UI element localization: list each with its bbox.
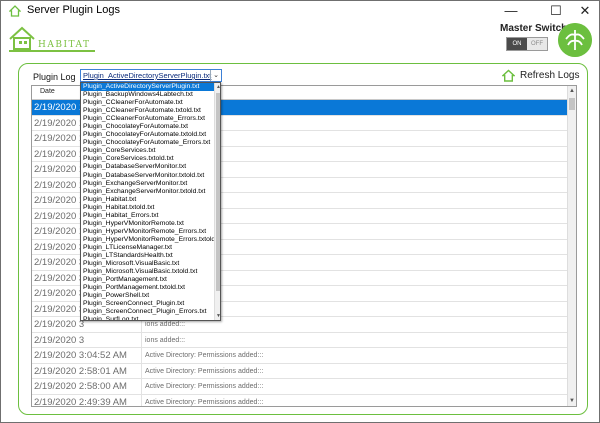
dropdown-option[interactable]: Plugin_ExchangeServerMonitor.txt <box>81 180 214 188</box>
refresh-logs-label: Refresh Logs <box>520 70 580 81</box>
dropdown-option[interactable]: Plugin_LTStandardsHealth.txt <box>81 252 214 260</box>
dropdown-option[interactable]: Plugin_Habitat_Errors.txt <box>81 212 214 220</box>
refresh-logs-button[interactable]: Refresh Logs <box>502 69 579 83</box>
dropdown-option[interactable]: Plugin_DatabaseServerMonitor.txt <box>81 163 214 171</box>
row-date: 2/19/2020 2:49:39 AM <box>34 394 142 406</box>
grid-scrollbar[interactable]: ▲ ▼ <box>567 86 576 406</box>
dropdown-option[interactable]: Plugin_SurfLog.txt <box>81 316 214 320</box>
dropdown-option[interactable]: Plugin_ScreenConnect_Plugin_Errors.txt <box>81 308 214 316</box>
row-date: 2/19/2020 2:58:01 AM <box>34 363 142 379</box>
row-message: ions added::: <box>145 336 186 344</box>
row-date: 2/19/2020 3 <box>34 332 142 348</box>
dropdown-option[interactable]: Plugin_PowerShell.txt <box>81 292 214 300</box>
toggle-off-label: OFF <box>531 41 543 47</box>
dropdown-option[interactable]: Plugin_HyperVMonitorRemote_Errors.txt <box>81 228 214 236</box>
table-row[interactable]: 2/19/2020 2:58:00 AM Active Directory: Pe… <box>32 379 567 395</box>
logo-text: HABITAT <box>38 40 91 50</box>
minimize-icon[interactable]: — <box>493 1 529 21</box>
dropdown-option[interactable]: Plugin_CCleanerForAutomate.txt <box>81 99 214 107</box>
row-date: 2/19/2020 3:04:52 AM <box>34 348 142 363</box>
column-header-date[interactable]: Date <box>40 88 55 95</box>
plugin-log-label: Plugin Log <box>33 72 76 82</box>
scroll-thumb[interactable] <box>216 93 220 291</box>
dropdown-option[interactable]: Plugin_ScreenConnect_Plugin.txt <box>81 300 214 308</box>
toggle-on-label: ON <box>507 38 527 50</box>
dropdown-option[interactable]: Plugin_HyperVMonitorRemote_Errors.txtold… <box>81 236 214 244</box>
row-message: Active Directory: Permissions added::: <box>145 383 264 390</box>
dropdown-option[interactable]: Plugin_ChocolateyForAutomate.txtold.txt <box>81 131 214 139</box>
scroll-up-icon[interactable]: ▲ <box>216 84 220 90</box>
plugin-log-dropdown-list[interactable]: Plugin_ActiveDirectoryServerPlugin.txt Pl… <box>80 82 221 321</box>
dropdown-option[interactable]: Plugin_ChocolateyForAutomate.txt <box>81 123 214 131</box>
logo-underline <box>9 50 95 52</box>
dropdown-option[interactable]: Plugin_Microsoft.VisualBasic.txtold.txt <box>81 268 214 276</box>
scroll-down-icon[interactable]: ▼ <box>216 313 220 319</box>
dropdown-option[interactable]: Plugin_PortManagement.txt <box>81 276 214 284</box>
table-row[interactable]: 2/19/2020 2:49:39 AM Active Directory: Pe… <box>32 394 567 406</box>
row-message: Active Directory: Permissions added::: <box>145 352 264 359</box>
table-row[interactable]: 2/19/2020 2:58:01 AM Active Directory: Pe… <box>32 363 567 379</box>
plugin-log-selected-value: Plugin_ActiveDirectoryServerPlugin.txt <box>83 71 212 80</box>
plugin-log-select[interactable]: Plugin_ActiveDirectoryServerPlugin.txt ⌄ <box>80 69 222 82</box>
main-window: Server Plugin Logs — ☐ ✕ HABITAT Master … <box>0 0 600 423</box>
house-icon <box>9 5 21 17</box>
dropdown-option[interactable]: Plugin_CCleanerForAutomate_Errors.txt <box>81 115 214 123</box>
dropdown-option[interactable]: Plugin_LTLicenseManager.txt <box>81 244 214 252</box>
dropdown-option[interactable]: Plugin_ExchangeServerMonitor.txtold.txt <box>81 188 214 196</box>
row-message: Active Directory: Permissions added::: <box>145 398 264 406</box>
table-row[interactable]: 2/19/2020 3ions added::: <box>32 332 567 348</box>
dropdown-option[interactable]: Plugin_DatabaseServerMonitor.txtold.txt <box>81 172 214 180</box>
dropdown-option[interactable]: Plugin_CoreServices.txtold.txt <box>81 155 214 163</box>
scroll-thumb[interactable] <box>569 98 575 110</box>
dropdown-option[interactable]: Plugin_Microsoft.VisualBasic.txt <box>81 260 214 268</box>
dropdown-option[interactable]: Plugin_PortManagement.txtold.txt <box>81 284 214 292</box>
dropdown-option[interactable]: Plugin_CoreServices.txt <box>81 147 214 155</box>
chevron-down-icon[interactable]: ⌄ <box>210 70 221 81</box>
master-switch-label: Master Switch <box>500 23 568 34</box>
master-switch-toggle[interactable]: ON OFF <box>506 37 548 51</box>
dropdown-option[interactable]: Plugin_CCleanerForAutomate.txtold.txt <box>81 107 214 115</box>
scroll-down-icon[interactable]: ▼ <box>569 398 575 404</box>
table-row[interactable]: 2/19/2020 3:04:52 AM Active Directory: Pe… <box>32 348 567 364</box>
row-date: 2/19/2020 2:58:00 AM <box>34 379 142 394</box>
dropdown-option[interactable]: Plugin_ActiveDirectoryServerPlugin.txt <box>81 83 214 92</box>
row-message: Active Directory: Permissions added::: <box>145 367 264 375</box>
dropdown-option[interactable]: Plugin_HyperVMonitorRemote.txt <box>81 220 214 228</box>
house-icon <box>502 69 515 82</box>
dropdown-option[interactable]: Plugin_ChocolateyForAutomate_Errors.txt <box>81 139 214 147</box>
dropdown-scrollbar[interactable]: ▲ ▼ <box>214 83 220 320</box>
window-title: Server Plugin Logs <box>27 4 120 16</box>
habitat-brand-icon <box>558 23 592 57</box>
close-icon[interactable]: ✕ <box>567 1 600 21</box>
title-bar[interactable]: Server Plugin Logs — ☐ ✕ <box>1 1 599 21</box>
dropdown-items: Plugin_ActiveDirectoryServerPlugin.txt Pl… <box>81 83 220 320</box>
dropdown-option[interactable]: Plugin_Habitat.txtold.txt <box>81 204 214 212</box>
scroll-up-icon[interactable]: ▲ <box>569 88 575 94</box>
dropdown-option[interactable]: Plugin_BackupWindows4Labtech.txt <box>81 91 214 99</box>
dropdown-option[interactable]: Plugin_Habitat.txt <box>81 196 214 204</box>
